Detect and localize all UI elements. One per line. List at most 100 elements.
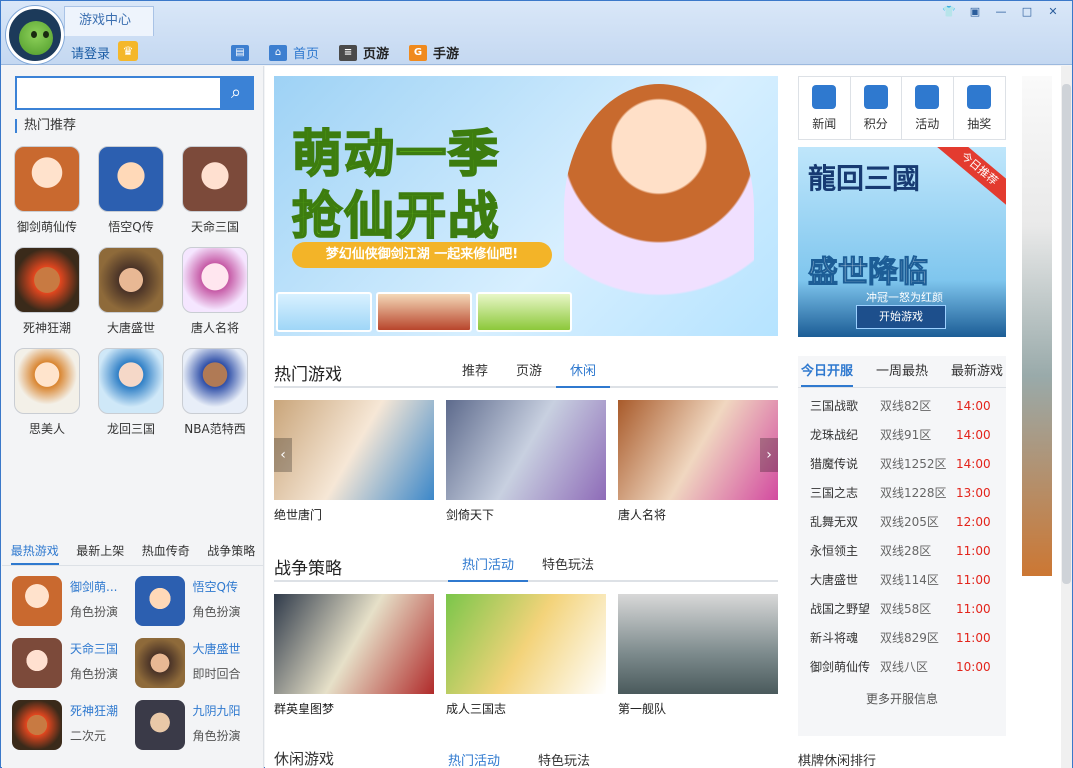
banner-ribbon: 梦幻仙侠御剑江湖 一起来修仙吧! <box>292 242 552 268</box>
game-tile[interactable]: 龙回三国 <box>98 348 164 437</box>
tab-strategy[interactable]: 战争策略 <box>207 536 255 565</box>
list-item[interactable]: 天命三国 角色扮演 <box>12 638 135 688</box>
list-item[interactable]: 御剑萌... 角色扮演 <box>12 576 135 626</box>
tab-features[interactable]: 特色玩法 <box>538 750 590 768</box>
mobile-game-icon: G <box>409 44 428 61</box>
tab-legend[interactable]: 热血传奇 <box>142 536 190 565</box>
menu-icon[interactable]: ▣ <box>964 4 986 20</box>
recommend-ad[interactable]: 今日推荐 龍回三國 盛世降临 冲冠一怒为红颜 开始游戏 <box>798 147 1006 337</box>
game-tile[interactable]: 悟空Q传 <box>98 146 164 235</box>
game-card[interactable]: 群英皇图梦 <box>274 594 434 717</box>
next-arrow-icon[interactable]: › <box>760 438 778 472</box>
tab-hottest[interactable]: 最热游戏 <box>10 536 59 565</box>
server-open-panel: 今日开服 一周最热 最新游戏 三国战歌 双线82区 14:00 龙珠战纪 双线91区 1… <box>798 356 1006 736</box>
tab-webgame[interactable]: 页游 <box>502 362 556 388</box>
prev-arrow-icon[interactable]: ‹ <box>274 438 292 472</box>
game-icon <box>12 700 62 750</box>
search-input[interactable] <box>17 78 217 108</box>
game-tile[interactable]: 大唐盛世 <box>98 247 164 336</box>
paper-plane-icon <box>915 85 940 109</box>
game-thumbnail <box>274 594 434 694</box>
close-icon[interactable]: ✕ <box>1042 4 1064 20</box>
title-bar: 游戏中心 请登录 ♛ 👕 ▣ — □ ✕ ▤ ⌂ 首页 ≡ 页游 G 手游 <box>1 1 1072 65</box>
server-row[interactable]: 御剑萌仙传 双线八区 10:00 <box>798 653 1006 682</box>
tab-newest[interactable]: 最新上架 <box>76 536 124 565</box>
banner-thumb[interactable] <box>276 292 372 332</box>
avatar[interactable] <box>6 6 64 64</box>
list-item[interactable]: 死神狂潮 二次元 <box>12 700 135 750</box>
game-tile[interactable]: 死神狂潮 <box>14 247 80 336</box>
game-icon <box>12 576 62 626</box>
game-icon <box>14 247 80 313</box>
tab-weekly-hot[interactable]: 一周最热 <box>876 356 928 387</box>
game-thumbnail <box>274 400 434 500</box>
game-tile[interactable]: 唐人名将 <box>182 247 248 336</box>
ad-game-title: 龍回三國 <box>808 162 921 195</box>
server-row[interactable]: 永恒领主 双线28区 11:00 <box>798 537 1006 566</box>
game-card[interactable]: 成人三国志 <box>446 594 606 717</box>
nav-web-games[interactable]: ≡ 页游 <box>339 43 389 62</box>
quick-lottery[interactable]: 抽奖 <box>954 77 1006 139</box>
server-row[interactable]: 战国之野望 双线58区 11:00 <box>798 595 1006 624</box>
game-icon <box>14 348 80 414</box>
game-icon <box>134 700 185 750</box>
ad-headline: 盛世降临 <box>808 255 929 291</box>
maximize-icon[interactable]: □ <box>1016 4 1038 20</box>
list-item[interactable]: 大唐盛世 即时回合 <box>134 638 258 688</box>
nav-mobile-games[interactable]: G 手游 <box>409 43 459 62</box>
game-card[interactable]: 唐人名将 <box>618 400 778 523</box>
minimize-icon[interactable]: — <box>990 4 1012 20</box>
game-icon <box>182 146 248 212</box>
list-item[interactable]: 悟空Q传 角色扮演 <box>134 576 258 626</box>
nav-home[interactable]: ⌂ 首页 <box>269 43 319 62</box>
game-icon <box>134 576 185 626</box>
tab-hot-events[interactable]: 热门活动 <box>448 556 529 582</box>
home-icon: ⌂ <box>269 44 287 61</box>
banner-thumb[interactable] <box>476 292 572 332</box>
server-row[interactable]: 三国之志 双线1228区 13:00 <box>798 479 1006 508</box>
tab-recommend[interactable]: 推荐 <box>448 362 502 388</box>
quick-news[interactable]: 新闻 <box>799 77 851 139</box>
game-card[interactable]: 绝世唐门 <box>274 400 434 523</box>
scrollbar[interactable] <box>1061 66 1072 768</box>
tab-casual[interactable]: 休闲 <box>556 362 611 388</box>
top-nav: ▤ ⌂ 首页 ≡ 页游 G 手游 <box>231 43 459 62</box>
hot-games-section: 热门游戏 推荐 页游 休闲 绝世唐门 剑倚天下 唐人名将 ‹ › <box>274 356 778 523</box>
tab-today-servers[interactable]: 今日开服 <box>801 356 854 387</box>
banner-thumb[interactable] <box>376 292 472 332</box>
more-servers-link[interactable]: 更多开服信息 <box>798 690 1006 707</box>
server-row[interactable]: 新斗将魂 双线829区 11:00 <box>798 624 1006 653</box>
login-link[interactable]: 请登录 <box>71 43 110 62</box>
game-thumbnail <box>446 400 606 500</box>
skin-icon[interactable]: 👕 <box>938 4 960 20</box>
scroll-thumb[interactable] <box>1062 84 1071 584</box>
game-card[interactable]: 第一舰队 <box>618 594 778 717</box>
left-sidebar: ⌕ 热门推荐 御剑萌仙传 悟空Q传 天命三国 死神狂潮 大唐盛世 唐人名将 思美… <box>2 66 264 768</box>
server-row[interactable]: 乱舞无双 双线205区 12:00 <box>798 508 1006 537</box>
server-row[interactable]: 大唐盛世 双线114区 11:00 <box>798 566 1006 595</box>
server-row[interactable]: 三国战歌 双线82区 14:00 <box>798 392 1006 421</box>
side-ad-strip[interactable] <box>1022 76 1052 576</box>
game-icon <box>182 348 248 414</box>
tab-features[interactable]: 特色玩法 <box>528 556 608 582</box>
game-tile[interactable]: 天命三国 <box>182 146 248 235</box>
profile-card-icon[interactable]: ▤ <box>231 44 249 61</box>
quick-events[interactable]: 活动 <box>902 77 954 139</box>
game-card[interactable]: 剑倚天下 <box>446 400 606 523</box>
window-tab[interactable]: 游戏中心 <box>64 6 154 36</box>
hero-banner[interactable]: 萌动一季 抢仙开战 梦幻仙侠御剑江湖 一起来修仙吧! <box>274 76 778 336</box>
crown-icon[interactable]: ♛ <box>118 41 138 61</box>
tab-new-games[interactable]: 最新游戏 <box>951 356 1003 387</box>
list-item[interactable]: 九阴九阳 角色扮演 <box>134 700 258 750</box>
quick-points[interactable]: 积分 <box>851 77 902 139</box>
server-row[interactable]: 龙珠战纪 双线91区 14:00 <box>798 421 1006 450</box>
game-tile[interactable]: 思美人 <box>14 348 80 437</box>
search-icon[interactable]: ⌕ <box>220 78 252 108</box>
server-row[interactable]: 猎魔传说 双线1252区 14:00 <box>798 450 1006 479</box>
game-tile[interactable]: 御剑萌仙传 <box>14 146 80 235</box>
game-tile[interactable]: NBA范特西 <box>182 348 248 437</box>
web-game-icon: ≡ <box>339 44 358 61</box>
banner-thumbnails <box>276 292 572 332</box>
tab-hot-events[interactable]: 热门活动 <box>448 750 500 768</box>
start-game-button[interactable]: 开始游戏 <box>856 305 946 329</box>
